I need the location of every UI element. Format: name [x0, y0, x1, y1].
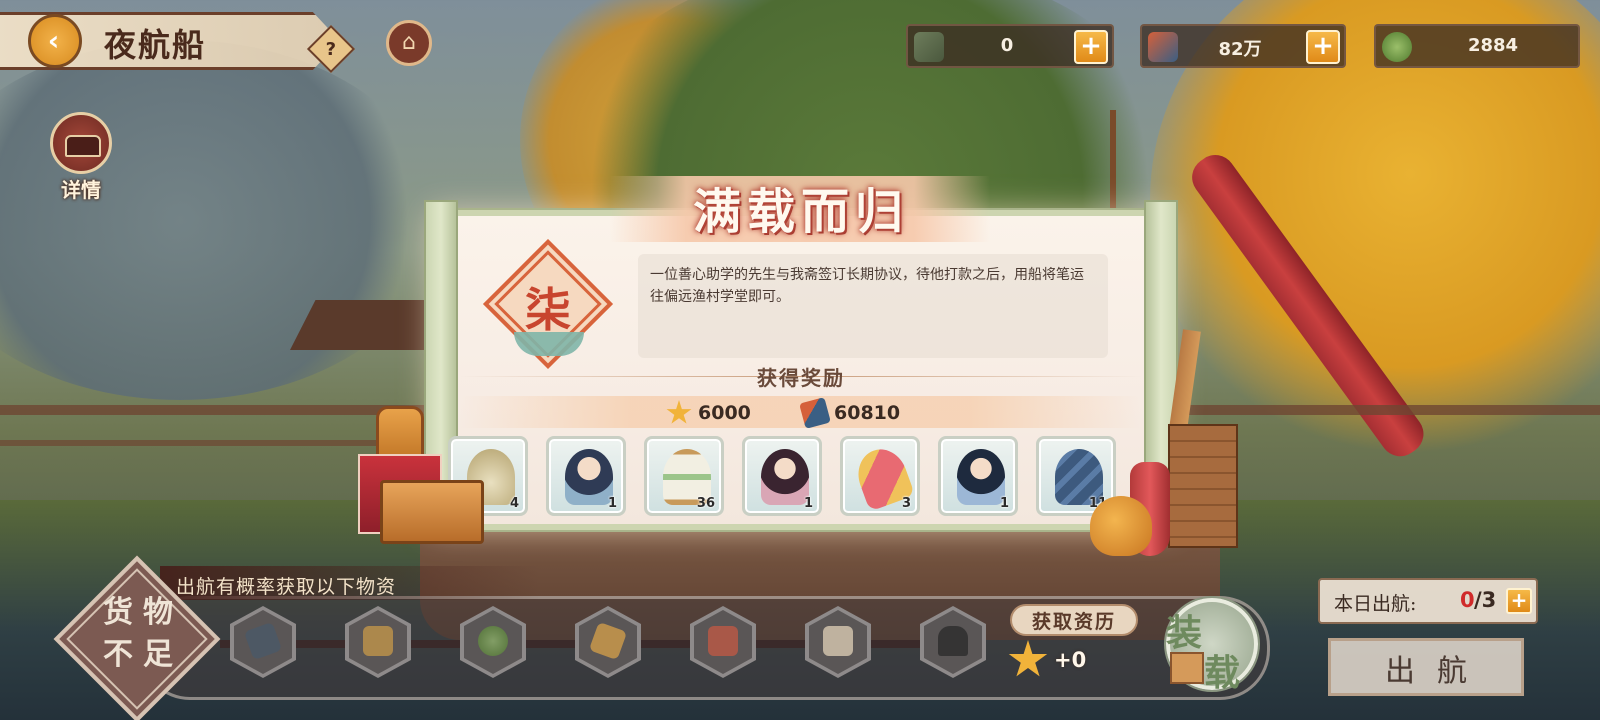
home-button[interactable]: ⌂: [386, 20, 432, 66]
box-icon: [1170, 652, 1204, 684]
back-arrow-icon: ‹: [47, 24, 60, 57]
description-box: 一位善心助学的先生与我斋签订长期协议，待他打款之后，用船将笔运往偏远渔村学堂即可…: [638, 254, 1108, 358]
item-count: 1: [999, 496, 1009, 511]
item-count: 36: [696, 496, 715, 511]
depart-label: 出航: [1385, 654, 1489, 689]
cargo-slot[interactable]: [805, 606, 871, 678]
reward-heading: 获得奖励: [757, 366, 845, 390]
daily-sail-label: 本日出航:: [1334, 593, 1417, 615]
cargo-slot[interactable]: [345, 606, 411, 678]
reward-brush: 60810: [799, 397, 901, 429]
add-sail-button[interactable]: +: [1506, 588, 1532, 614]
item-count: 3: [901, 496, 911, 511]
question-icon: ?: [325, 38, 337, 60]
lady-portrait-icon: [761, 449, 809, 505]
jade-coin-icon: [1382, 32, 1412, 62]
cargo-slot[interactable]: [920, 606, 986, 678]
add-brush-button[interactable]: +: [1306, 30, 1340, 64]
currency-value: 82万: [1218, 39, 1262, 60]
seal-character: 柒: [525, 283, 571, 337]
load-label-2: 载: [1204, 652, 1241, 694]
back-button[interactable]: ‹: [28, 14, 82, 68]
reward-item[interactable]: 36: [644, 436, 724, 516]
currency-value: 0: [1000, 35, 1014, 56]
item-count: 1: [607, 496, 617, 511]
cargo-slot[interactable]: [230, 606, 296, 678]
currency-value: 2884: [1467, 35, 1519, 56]
teapot-icon: [823, 626, 853, 656]
daily-sail-max: /3: [1474, 588, 1497, 612]
item-count: 1: [803, 496, 813, 511]
reward-item[interactable]: 3: [840, 436, 920, 516]
currency-coin: 2884: [1374, 24, 1580, 68]
cargo-status: 货物 不足: [53, 555, 221, 720]
star-icon: [666, 400, 692, 424]
reward-item[interactable]: 1: [546, 436, 626, 516]
description-text: 一位善心助学的先生与我斋签订长期协议，待他打款之后，用船将笔运往偏远渔村学堂即可…: [650, 267, 1084, 305]
xp-value: +0: [1054, 648, 1087, 672]
scholar-portrait-icon: [565, 449, 613, 505]
details-button[interactable]: 详情: [44, 112, 118, 202]
add-ticket-button[interactable]: +: [1074, 30, 1108, 64]
lantern-prop: [376, 406, 424, 458]
brush-box-icon: [799, 397, 831, 429]
daily-sail-used: 0: [1460, 588, 1475, 612]
cargo-slot[interactable]: [460, 606, 526, 678]
swordsman-portrait-icon: [957, 449, 1005, 505]
ticket-icon: [914, 32, 944, 62]
reward-value: 6000: [698, 402, 751, 424]
chest-icon: [50, 112, 112, 174]
pot-prop: [1090, 496, 1152, 556]
reward-item[interactable]: 1: [938, 436, 1018, 516]
reward-value: 60810: [834, 402, 901, 424]
load-label-1: 装: [1166, 612, 1203, 654]
chest-prop: [380, 480, 484, 544]
xp-label: 获取资历: [1031, 611, 1116, 633]
painting-icon: [708, 626, 738, 656]
home-icon: ⌂: [402, 30, 416, 55]
cargo-slot[interactable]: [690, 606, 756, 678]
background-fence: [0, 440, 440, 446]
reward-star: 6000: [666, 400, 751, 426]
currency-brush: 82万 +: [1140, 24, 1346, 68]
reward-modal: 满载而归 柒 一位善心助学的先生与我斋签订长期协议，待他打款之后，用船将笔运往偏…: [424, 176, 1178, 540]
brush-box-icon: [1148, 32, 1178, 62]
item-count: 4: [509, 496, 519, 511]
cart-icon: [363, 626, 393, 656]
urn-icon: [938, 626, 968, 656]
page-title: 夜航船: [104, 26, 207, 64]
crate-prop: [1168, 424, 1238, 548]
cargo-slot[interactable]: [575, 606, 641, 678]
jade-coin-icon: [478, 626, 508, 656]
reward-item[interactable]: 1: [742, 436, 822, 516]
cargo-status-text: 货物 不足: [103, 595, 183, 672]
modal-title: 满载而归: [692, 184, 909, 240]
currency-ticket: 0 +: [906, 24, 1114, 68]
details-label: 详情: [61, 178, 101, 202]
